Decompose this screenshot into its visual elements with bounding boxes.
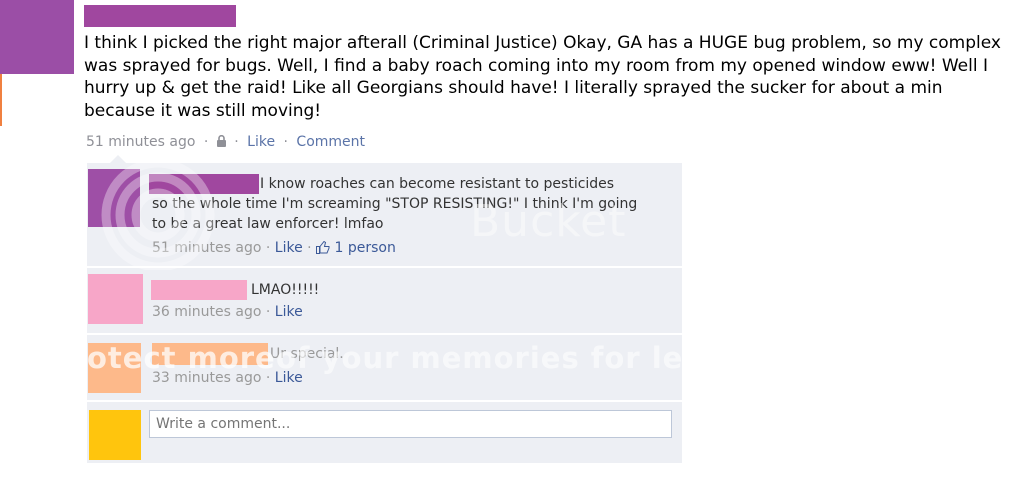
- watermark-tagline: of your memories for less!: [276, 341, 735, 375]
- comment-text-line1: I know roaches can become resistant to p…: [260, 176, 615, 192]
- separator-dot: ·: [203, 134, 209, 150]
- separator-dot: ·: [234, 134, 239, 150]
- status-text: I think I picked the right major afteral…: [84, 33, 1001, 121]
- watermark-tagline-highlight: otect more: [87, 341, 276, 375]
- separator-dot: ·: [283, 134, 288, 150]
- comment-meta: 36 minutes ago · Like: [152, 304, 303, 320]
- comment-like-link[interactable]: Like: [275, 304, 303, 320]
- comment-text: LMAO!!!!!: [251, 282, 320, 298]
- poster-avatar[interactable]: [0, 0, 74, 74]
- comment-input[interactable]: [149, 410, 672, 438]
- watermark-logo-icon: [101, 160, 215, 270]
- thumbs-up-icon[interactable]: [316, 241, 330, 254]
- poster-name-redacted[interactable]: [84, 5, 236, 27]
- post-timestamp[interactable]: 51 minutes ago: [86, 134, 195, 150]
- commenter-name-redacted[interactable]: [151, 280, 247, 300]
- like-link[interactable]: Like: [247, 134, 275, 150]
- comment-divider: [87, 333, 682, 335]
- likes-count-link[interactable]: 1 person: [335, 240, 396, 256]
- comment-timestamp[interactable]: 36 minutes ago: [152, 304, 261, 320]
- separator-dot: ·: [307, 240, 312, 256]
- avatar-border-accent: [0, 74, 2, 126]
- separator-dot: ·: [265, 304, 271, 320]
- comment-like-link[interactable]: Like: [275, 240, 303, 256]
- lock-icon[interactable]: [216, 135, 226, 147]
- comment-link[interactable]: Comment: [296, 134, 365, 150]
- separator-dot: ·: [265, 240, 271, 256]
- comment-avatar[interactable]: [88, 274, 143, 324]
- post-meta: 51 minutes ago · · Like · Comment: [86, 134, 365, 150]
- comment-divider: [87, 400, 682, 402]
- watermark-brand: Bucket: [470, 196, 627, 247]
- composer-avatar[interactable]: [89, 410, 141, 460]
